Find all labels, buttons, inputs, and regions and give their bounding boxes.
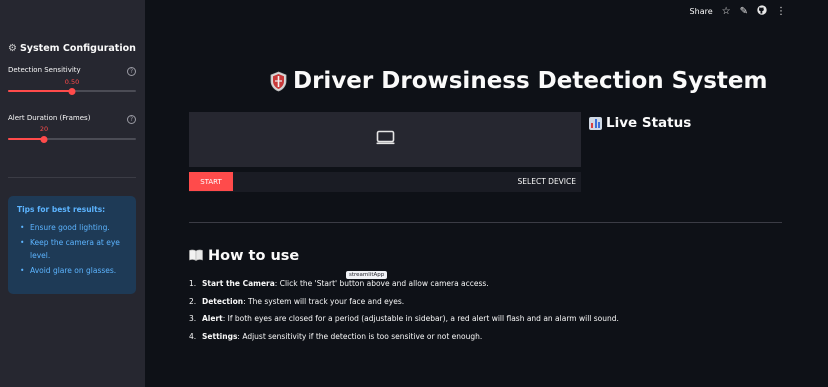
- step-text: : The system will track your face and ey…: [243, 296, 405, 306]
- tooltip: streamlitApp: [346, 271, 388, 279]
- github-icon[interactable]: [757, 5, 767, 17]
- top-toolbar: Share ☆ ✎ ⋮: [690, 5, 786, 17]
- step-title: Alert: [202, 314, 223, 323]
- sensitivity-value: 0.50: [64, 78, 80, 86]
- sidebar: ⚙ System Configuration Detection Sensiti…: [0, 0, 145, 387]
- step-title: Settings: [202, 331, 238, 341]
- sensitivity-slider-thumb[interactable]: [68, 87, 76, 95]
- sensitivity-slider-fill: [8, 90, 72, 92]
- howto-heading: How to use: [189, 248, 299, 264]
- camera-controls: START SELECT DEVICE: [189, 172, 581, 192]
- step-title: Detection: [202, 296, 244, 306]
- help-icon[interactable]: ?: [127, 67, 136, 76]
- list-item: 3. Alert: If both eyes are closed for a p…: [189, 314, 619, 323]
- sidebar-title-text: System Configuration: [19, 43, 136, 54]
- sensitivity-label: Detection Sensitivity: [8, 66, 81, 74]
- monitor-icon: [376, 130, 395, 149]
- alert-duration-slider-fill: [8, 138, 44, 140]
- alert-duration-slider-block: Alert Duration (Frames) ? 20: [8, 114, 136, 143]
- bar-chart-icon: [589, 116, 602, 130]
- start-button[interactable]: START: [189, 172, 233, 191]
- share-button[interactable]: Share: [690, 7, 713, 16]
- select-device-button[interactable]: SELECT DEVICE: [518, 177, 576, 186]
- page-title-text: Driver Drowsiness Detection System: [293, 68, 768, 94]
- step-title: Start the Camera: [202, 279, 275, 288]
- help-icon[interactable]: ?: [127, 115, 136, 124]
- steps-list: 1. Start the Camera: Click the 'Start' bu…: [189, 279, 619, 349]
- tips-item: Ensure good lighting.: [17, 221, 127, 234]
- main-divider: [189, 222, 782, 223]
- sensitivity-slider[interactable]: [8, 87, 136, 95]
- step-number: 4.: [189, 331, 197, 341]
- star-icon[interactable]: ☆: [722, 6, 731, 17]
- step-text: : If both eyes are closed for a period (…: [222, 314, 619, 323]
- edit-icon[interactable]: ✎: [740, 6, 748, 17]
- step-text: : Click the 'Start' button above and all…: [274, 279, 489, 288]
- alert-duration-value: 20: [39, 125, 49, 133]
- step-number: 2.: [189, 296, 197, 306]
- tips-title: Tips for best results:: [17, 205, 106, 214]
- camera-preview: [189, 112, 581, 167]
- list-item: 4. Settings: Adjust sensitivity if the de…: [189, 332, 619, 341]
- sensitivity-slider-block: Detection Sensitivity ? 0.50: [8, 66, 136, 95]
- tips-list: Ensure good lighting. Keep the camera at…: [17, 221, 127, 277]
- live-status-heading: Live Status: [589, 115, 691, 131]
- sidebar-divider: [8, 177, 136, 178]
- alert-duration-label: Alert Duration (Frames): [8, 114, 91, 122]
- alert-duration-slider-thumb[interactable]: [40, 135, 48, 143]
- howto-title: How to use: [208, 248, 300, 264]
- tips-box: Tips for best results: Ensure good light…: [8, 196, 136, 294]
- step-number: 3.: [189, 314, 197, 323]
- more-menu-icon[interactable]: ⋮: [776, 6, 786, 17]
- tips-item: Keep the camera at eye level.: [17, 236, 127, 262]
- gear-icon: ⚙: [8, 43, 17, 54]
- live-status-text: Live Status: [606, 115, 692, 131]
- tips-item: Avoid glare on glasses.: [17, 264, 127, 277]
- shield-icon: [270, 71, 287, 92]
- page-title: Driver Drowsiness Detection System: [270, 68, 767, 94]
- step-number: 1.: [189, 279, 197, 288]
- step-text: : Adjust sensitivity if the detection is…: [237, 331, 483, 341]
- list-item: 2. Detection: The system will track your …: [189, 297, 619, 306]
- alert-duration-slider[interactable]: [8, 135, 136, 143]
- book-icon: [189, 249, 203, 264]
- sidebar-title: ⚙ System Configuration: [8, 43, 136, 54]
- list-item: 1. Start the Camera: Click the 'Start' bu…: [189, 279, 619, 288]
